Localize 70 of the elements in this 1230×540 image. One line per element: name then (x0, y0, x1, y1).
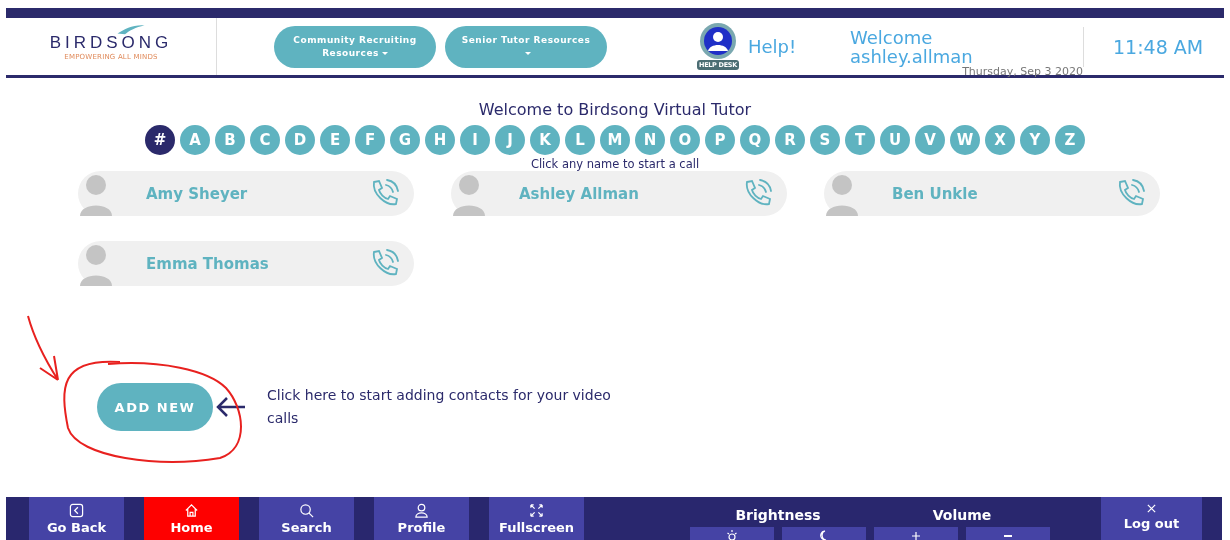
back-icon (69, 503, 84, 518)
contact-card[interactable]: Ben Unkle (824, 171, 1160, 216)
letter-filter-button[interactable]: S (810, 125, 840, 155)
hint-text: Click any name to start a call (530, 157, 700, 171)
letter-filter-button[interactable]: C (250, 125, 280, 155)
home-icon (184, 503, 199, 518)
letter-filter-button[interactable]: B (215, 125, 245, 155)
caret-icon (381, 51, 388, 55)
nav-button[interactable]: Search (259, 497, 354, 540)
letter-filter-button[interactable]: V (915, 125, 945, 155)
plus-icon (910, 529, 922, 540)
sun-icon (726, 529, 738, 540)
profile-icon (414, 503, 429, 518)
letter-filter-button[interactable]: E (320, 125, 350, 155)
page-title: Welcome to Birdsong Virtual Tutor (478, 100, 752, 120)
dropdown-button[interactable]: Community Recruiting Resources (274, 25, 436, 68)
nav-button[interactable]: Profile (374, 497, 469, 540)
letter-filter-button[interactable]: J (495, 125, 525, 155)
letter-filter-button[interactable]: F (355, 125, 385, 155)
bird-swoosh-icon (116, 22, 146, 35)
minus-icon (1004, 535, 1012, 537)
letter-filter-button[interactable]: W (950, 125, 980, 155)
user-name: ashley.allman (850, 46, 974, 66)
help-link[interactable]: Help! (747, 36, 797, 57)
logout-button[interactable]: Log out (1101, 497, 1202, 540)
contact-name: Emma Thomas (146, 254, 270, 273)
contact-card[interactable]: Ashley Allman (451, 171, 787, 216)
letter-filter-button[interactable]: A (180, 125, 210, 155)
letter-filter-button[interactable]: P (705, 125, 735, 155)
left-arrow-icon (215, 396, 247, 418)
contact-name: Amy Sheyer (146, 184, 249, 203)
nav-button[interactable]: Home (144, 497, 239, 540)
logo-wordmark: BIRDSONG (49, 32, 173, 53)
letter-filter-button[interactable]: D (285, 125, 315, 155)
letter-filter-button[interactable]: Q (740, 125, 770, 155)
letter-filter-button[interactable]: # (145, 125, 175, 155)
letter-filter-button[interactable]: T (845, 125, 875, 155)
fullscreen-icon (529, 503, 544, 518)
add-contacts-instruction: Click here to start adding contacts for your video calls (267, 386, 612, 428)
letter-filter-button[interactable]: R (775, 125, 805, 155)
annotation-arrow (27, 315, 59, 381)
clock-time: 11:48 AM (1113, 35, 1204, 58)
search-icon (299, 503, 314, 518)
contact-name: Ben Unkle (892, 184, 979, 203)
nav-button[interactable]: Go Back (29, 497, 124, 540)
letter-filter-button[interactable]: N (635, 125, 665, 155)
nav-button[interactable]: Fullscreen (489, 497, 584, 540)
date-text: Thursday, Sep 3 2020 (962, 65, 1083, 78)
contact-card[interactable]: Amy Sheyer (78, 171, 414, 216)
close-icon (1146, 503, 1157, 514)
caret-icon (524, 51, 531, 55)
letter-filter-button[interactable]: U (880, 125, 910, 155)
letter-filter-button[interactable]: Z (1055, 125, 1085, 155)
control-group-label: Volume (932, 507, 992, 523)
letter-filter-button[interactable]: G (390, 125, 420, 155)
letter-filter-button[interactable]: M (600, 125, 630, 155)
letter-filter-button[interactable]: I (460, 125, 490, 155)
letter-filter-button[interactable]: H (425, 125, 455, 155)
letter-filter-button[interactable]: O (670, 125, 700, 155)
help-desk-icon[interactable] (699, 23, 736, 59)
dropdown-button[interactable]: Senior Tutor Resources (445, 25, 607, 68)
letter-filter-button[interactable]: L (565, 125, 595, 155)
welcome-text: Welcome (850, 27, 934, 47)
letter-filter-button[interactable]: X (985, 125, 1015, 155)
add-new-button[interactable]: ADD NEW (97, 383, 213, 431)
letter-filter-button[interactable]: K (530, 125, 560, 155)
control-group-label: Brightness (735, 507, 821, 523)
contact-name: Ashley Allman (519, 184, 640, 203)
letter-filter-button[interactable]: Y (1020, 125, 1050, 155)
contact-card[interactable]: Emma Thomas (78, 241, 414, 286)
